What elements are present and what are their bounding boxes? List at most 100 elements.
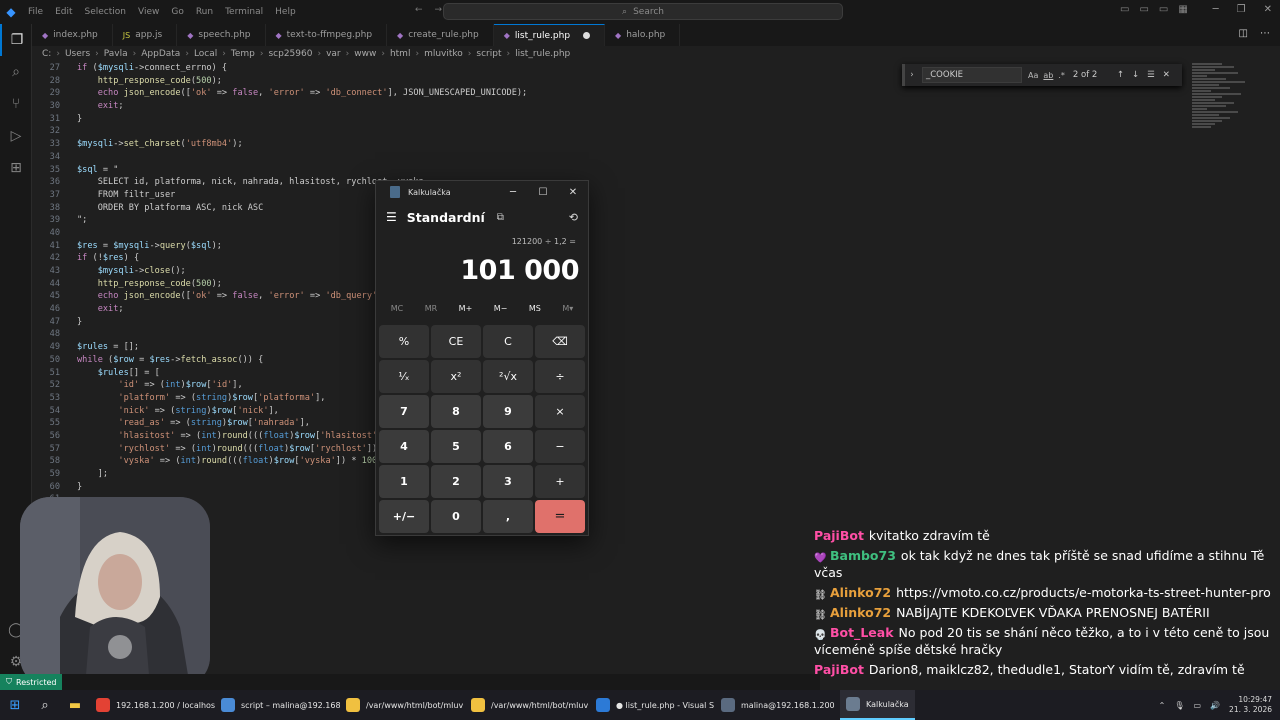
- memory-button[interactable]: M+: [459, 304, 473, 313]
- breadcrumb-item[interactable]: www: [354, 49, 376, 59]
- key-button[interactable]: x²: [431, 360, 481, 393]
- breadcrumb-item[interactable]: var: [326, 49, 341, 59]
- match-case-toggle[interactable]: Aa: [1028, 71, 1038, 80]
- minimize-icon[interactable]: ─: [1213, 4, 1219, 15]
- more-actions-icon[interactable]: ⋯: [1260, 28, 1270, 39]
- taskbar-app[interactable]: malina@192.168.1.200: [715, 690, 840, 720]
- restore-icon[interactable]: ❐: [1237, 4, 1246, 15]
- run-debug-icon[interactable]: ▷: [0, 120, 32, 152]
- history-icon[interactable]: ⟲: [569, 211, 578, 224]
- chat-username[interactable]: Bot_Leak: [830, 625, 894, 640]
- breadcrumb-item[interactable]: scp25960: [268, 49, 312, 59]
- breadcrumb-item[interactable]: Local: [194, 49, 217, 59]
- key-button[interactable]: ,: [483, 500, 533, 533]
- unsaved-dot-icon[interactable]: [583, 32, 591, 39]
- menu-item-help[interactable]: Help: [275, 7, 296, 17]
- chat-username[interactable]: Alinko72: [830, 585, 891, 600]
- key-button[interactable]: 2: [431, 465, 481, 498]
- close-find-icon[interactable]: ✕: [1163, 70, 1170, 80]
- tab-text-to-ffmpeg-php[interactable]: ◆ text-to-ffmpeg.php: [266, 24, 388, 46]
- menu-item-file[interactable]: File: [28, 7, 43, 17]
- maximize-icon[interactable]: ☐: [528, 187, 558, 198]
- memory-button[interactable]: MC: [391, 304, 404, 313]
- key-button[interactable]: +/−: [379, 500, 429, 533]
- taskbar-app[interactable]: script – malina@192.168: [215, 690, 340, 720]
- tab-create-rule-php[interactable]: ◆ create_rule.php: [387, 24, 494, 46]
- source-control-icon[interactable]: ⑂: [0, 88, 32, 120]
- breadcrumb-item[interactable]: list_rule.php: [515, 49, 570, 59]
- hamburger-menu-icon[interactable]: ☰: [386, 210, 397, 224]
- menu-item-terminal[interactable]: Terminal: [225, 7, 263, 17]
- forward-arrow-icon[interactable]: →: [435, 5, 443, 15]
- tab-list-rule-php[interactable]: ◆ list_rule.php: [493, 24, 606, 46]
- explorer-icon[interactable]: ❐: [0, 24, 32, 56]
- breadcrumb-item[interactable]: html: [390, 49, 411, 59]
- memory-button[interactable]: M▾: [562, 304, 573, 313]
- menu-item-selection[interactable]: Selection: [85, 7, 126, 17]
- chat-username[interactable]: PajiBot: [814, 662, 864, 677]
- key-button[interactable]: ×: [535, 395, 585, 428]
- key-button[interactable]: CE: [431, 325, 481, 358]
- toggle-panel-icon[interactable]: ▭: [1139, 4, 1148, 15]
- key-button[interactable]: ÷: [535, 360, 585, 393]
- key-button[interactable]: C: [483, 325, 533, 358]
- key-button[interactable]: 9: [483, 395, 533, 428]
- key-button[interactable]: ¹⁄ₓ: [379, 360, 429, 393]
- key-button[interactable]: ²√x: [483, 360, 533, 393]
- key-button[interactable]: +: [535, 465, 585, 498]
- breadcrumb-item[interactable]: C:: [42, 49, 51, 59]
- key-button[interactable]: 7: [379, 395, 429, 428]
- toggle-replace-icon[interactable]: ›: [905, 70, 919, 80]
- memory-button[interactable]: M−: [494, 304, 508, 313]
- taskbar-app[interactable]: Kalkulačka: [840, 690, 915, 720]
- find-input[interactable]: _COOKIE: [922, 67, 1022, 83]
- search-icon[interactable]: ⌕: [30, 690, 60, 720]
- tab-app-js[interactable]: JS app.js: [113, 24, 178, 46]
- close-icon[interactable]: ✕: [1264, 4, 1272, 15]
- whole-word-toggle[interactable]: ab: [1043, 71, 1053, 80]
- key-button[interactable]: 3: [483, 465, 533, 498]
- command-search[interactable]: ⌕ Search: [443, 3, 843, 20]
- chat-username[interactable]: Bambo73: [830, 548, 896, 563]
- microphone-icon[interactable]: 🎙: [1174, 701, 1184, 710]
- key-button[interactable]: %: [379, 325, 429, 358]
- customize-layout-icon[interactable]: ▦: [1178, 4, 1187, 15]
- key-button[interactable]: ⌫: [535, 325, 585, 358]
- key-button[interactable]: 4: [379, 430, 429, 463]
- split-editor-icon[interactable]: ◫: [1239, 28, 1248, 39]
- taskbar-app[interactable]: ● list_rule.php - Visual S: [590, 690, 715, 720]
- breadcrumb-item[interactable]: Users: [65, 49, 90, 59]
- search-icon[interactable]: ⌕: [0, 56, 32, 88]
- minimize-icon[interactable]: ─: [498, 187, 528, 198]
- breadcrumb-item[interactable]: AppData: [141, 49, 180, 59]
- chat-username[interactable]: PajiBot: [814, 528, 864, 543]
- menu-item-run[interactable]: Run: [196, 7, 213, 17]
- taskbar-app[interactable]: 192.168.1.200 / localhost: [90, 690, 215, 720]
- key-button[interactable]: 5: [431, 430, 481, 463]
- toggle-sidebar-icon[interactable]: ▭: [1120, 4, 1129, 15]
- taskbar-app[interactable]: /var/www/html/bot/mluv: [340, 690, 465, 720]
- tab-index-php[interactable]: ◆ index.php: [32, 24, 113, 46]
- taskbar-app[interactable]: /var/www/html/bot/mluv: [465, 690, 590, 720]
- breadcrumb-item[interactable]: Pavla: [104, 49, 128, 59]
- breadcrumb-item[interactable]: mluvitko: [424, 49, 463, 59]
- close-icon[interactable]: ✕: [558, 187, 588, 198]
- key-button[interactable]: −: [535, 430, 585, 463]
- menu-item-view[interactable]: View: [138, 7, 159, 17]
- breadcrumb-item[interactable]: Temp: [231, 49, 255, 59]
- key-button[interactable]: 1: [379, 465, 429, 498]
- key-button[interactable]: 8: [431, 395, 481, 428]
- file-explorer-icon[interactable]: ▬: [60, 690, 90, 720]
- previous-match-icon[interactable]: ↑: [1117, 70, 1124, 80]
- memory-button[interactable]: MR: [425, 304, 437, 313]
- menu-item-edit[interactable]: Edit: [55, 7, 72, 17]
- clock[interactable]: 10:29:47 21. 3. 2026: [1229, 695, 1272, 715]
- find-in-selection-icon[interactable]: ☰: [1147, 70, 1155, 80]
- next-match-icon[interactable]: ↓: [1132, 70, 1139, 80]
- volume-icon[interactable]: 🔊: [1210, 701, 1220, 710]
- keep-on-top-icon[interactable]: ⧉: [497, 212, 504, 223]
- code-editor[interactable]: 27 if ($mysqli->connect_errno) {28 http_r…: [32, 62, 1182, 582]
- tab-speech-php[interactable]: ◆ speech.php: [177, 24, 266, 46]
- key-button[interactable]: 6: [483, 430, 533, 463]
- breadcrumb-item[interactable]: script: [476, 49, 501, 59]
